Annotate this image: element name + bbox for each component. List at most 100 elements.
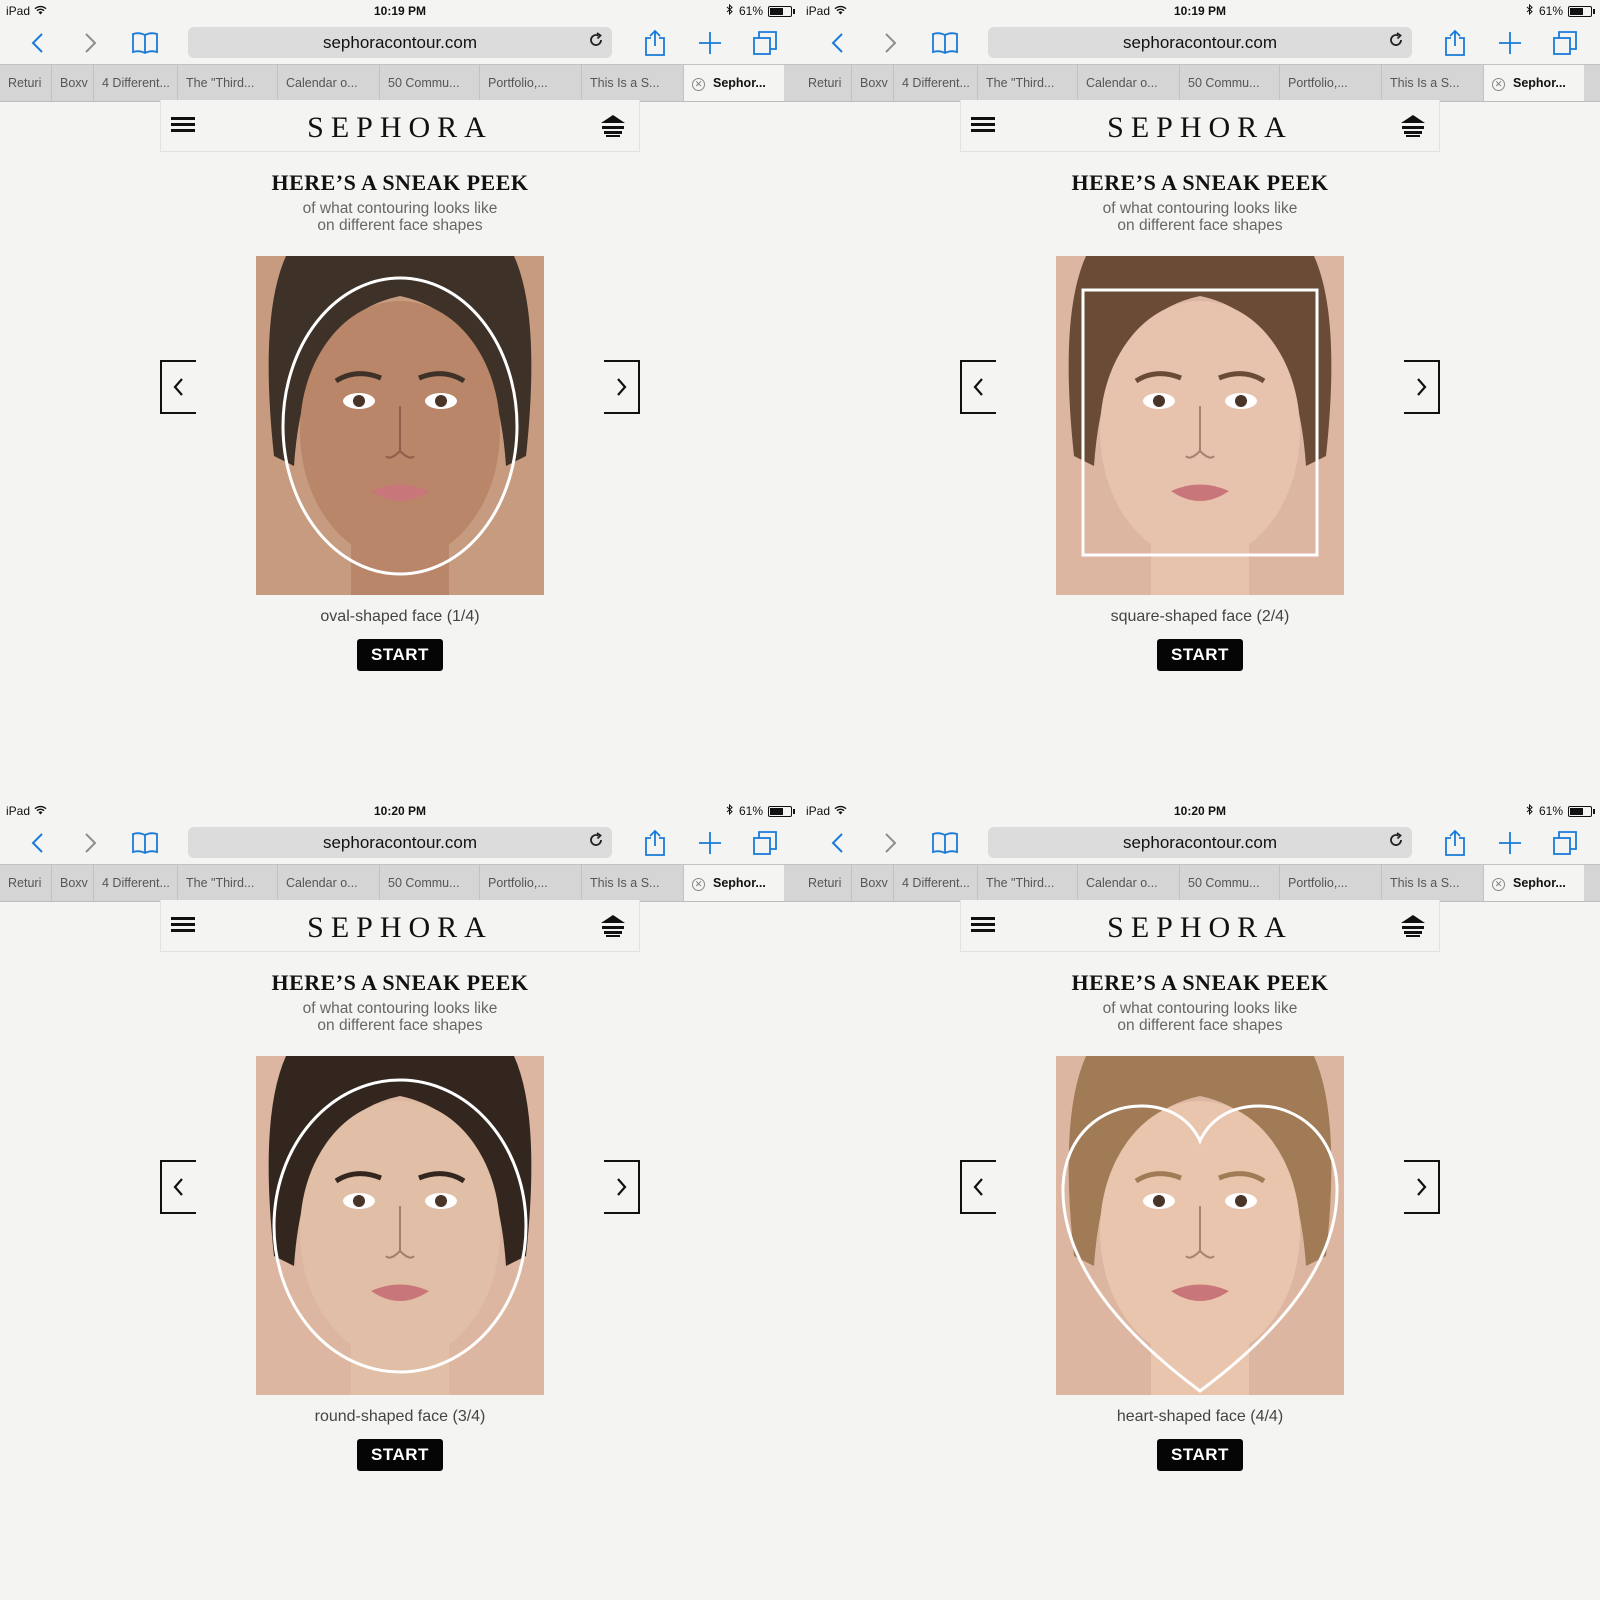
start-button[interactable]: START xyxy=(357,639,443,671)
browser-tab[interactable]: ✕ Sephor... xyxy=(684,65,784,101)
browser-tab[interactable]: ✕ Sephor... xyxy=(1484,65,1584,101)
new-tab-button[interactable] xyxy=(695,828,725,858)
browser-tab[interactable]: This Is a S... xyxy=(1382,65,1484,101)
next-arrow-button[interactable] xyxy=(1404,1160,1440,1214)
previous-arrow-button[interactable] xyxy=(160,360,196,414)
reload-icon[interactable] xyxy=(1388,27,1404,58)
bookmarks-button[interactable] xyxy=(130,28,160,58)
previous-arrow-button[interactable] xyxy=(960,360,996,414)
basket-icon[interactable] xyxy=(1399,914,1427,938)
browser-tab[interactable]: Returi xyxy=(0,865,52,901)
subheadline-line-2: on different face shapes xyxy=(317,1017,483,1034)
browser-tab[interactable]: Portfolio,... xyxy=(1280,65,1382,101)
bookmarks-button[interactable] xyxy=(930,828,960,858)
browser-tab[interactable]: Boxv xyxy=(852,65,894,101)
browser-tab[interactable]: 4 Different... xyxy=(894,65,978,101)
browser-tab[interactable]: Calendar o... xyxy=(1078,865,1180,901)
reload-icon[interactable] xyxy=(588,827,604,858)
browser-tab[interactable]: The "Third... xyxy=(178,865,278,901)
reload-icon[interactable] xyxy=(588,27,604,58)
basket-icon[interactable] xyxy=(1399,114,1427,138)
share-button[interactable] xyxy=(1440,828,1470,858)
browser-tab[interactable]: Boxv xyxy=(852,865,894,901)
tab-label: Boxv xyxy=(60,876,88,890)
share-button[interactable] xyxy=(640,28,670,58)
browser-tab[interactable]: Portfolio,... xyxy=(480,65,582,101)
browser-tab[interactable]: 4 Different... xyxy=(94,865,178,901)
browser-tab[interactable]: ✕ Sephor... xyxy=(684,865,784,901)
close-tab-icon[interactable]: ✕ xyxy=(692,878,705,891)
address-bar[interactable]: sephoracontour.com xyxy=(988,827,1412,858)
previous-arrow-button[interactable] xyxy=(160,1160,196,1214)
tab-label: The "Third... xyxy=(986,876,1055,890)
sephora-logo[interactable]: SEPHORA xyxy=(961,111,1439,145)
basket-icon[interactable] xyxy=(599,114,627,138)
browser-tab[interactable]: ✕ Sephor... xyxy=(1484,865,1584,901)
browser-tab[interactable]: This Is a S... xyxy=(582,865,684,901)
show-tabs-button[interactable] xyxy=(1550,828,1580,858)
reload-icon[interactable] xyxy=(1388,827,1404,858)
next-arrow-button[interactable] xyxy=(604,360,640,414)
browser-tab[interactable]: 50 Commu... xyxy=(380,65,480,101)
back-button[interactable] xyxy=(822,28,852,58)
browser-tab[interactable]: Calendar o... xyxy=(278,865,380,901)
browser-tab[interactable]: Returi xyxy=(0,65,52,101)
browser-tab[interactable]: 4 Different... xyxy=(894,865,978,901)
browser-tab[interactable]: The "Third... xyxy=(178,65,278,101)
browser-tab[interactable]: Boxv xyxy=(52,865,94,901)
sephora-logo[interactable]: SEPHORA xyxy=(961,911,1439,945)
share-button[interactable] xyxy=(1440,28,1470,58)
browser-tab[interactable]: This Is a S... xyxy=(582,65,684,101)
address-bar[interactable]: sephoracontour.com xyxy=(188,827,612,858)
browser-tab[interactable]: The "Third... xyxy=(978,65,1078,101)
address-bar[interactable]: sephoracontour.com xyxy=(188,27,612,58)
back-button[interactable] xyxy=(22,28,52,58)
new-tab-button[interactable] xyxy=(1495,828,1525,858)
next-arrow-button[interactable] xyxy=(1404,360,1440,414)
browser-tab[interactable]: 50 Commu... xyxy=(1180,865,1280,901)
browser-tab[interactable]: Boxv xyxy=(52,65,94,101)
forward-button[interactable] xyxy=(76,28,106,58)
browser-tab[interactable]: Returi xyxy=(800,65,852,101)
browser-tab[interactable]: This Is a S... xyxy=(1382,865,1484,901)
forward-button[interactable] xyxy=(76,828,106,858)
browser-tab[interactable]: Calendar o... xyxy=(1078,65,1180,101)
show-tabs-button[interactable] xyxy=(1550,28,1580,58)
share-button[interactable] xyxy=(640,828,670,858)
close-tab-icon[interactable]: ✕ xyxy=(1492,878,1505,891)
address-bar[interactable]: sephoracontour.com xyxy=(988,27,1412,58)
start-button[interactable]: START xyxy=(1157,1439,1243,1471)
show-tabs-button[interactable] xyxy=(750,28,780,58)
start-button[interactable]: START xyxy=(357,1439,443,1471)
close-tab-icon[interactable]: ✕ xyxy=(692,78,705,91)
headline: HERE’S A SNEAK PEEK xyxy=(1071,970,1329,995)
basket-icon[interactable] xyxy=(599,914,627,938)
sephora-logo[interactable]: SEPHORA xyxy=(161,111,639,145)
start-button[interactable]: START xyxy=(1157,639,1243,671)
browser-tab[interactable]: Portfolio,... xyxy=(480,865,582,901)
browser-tab[interactable]: 4 Different... xyxy=(94,65,178,101)
forward-button[interactable] xyxy=(876,28,906,58)
browser-tab[interactable]: Portfolio,... xyxy=(1280,865,1382,901)
status-bar: iPad 10:19 PM 61% xyxy=(800,0,1600,22)
show-tabs-button[interactable] xyxy=(750,828,780,858)
bookmarks-button[interactable] xyxy=(930,28,960,58)
new-tab-button[interactable] xyxy=(695,28,725,58)
browser-tab[interactable]: 50 Commu... xyxy=(380,865,480,901)
subheadline-line-1: of what contouring looks like xyxy=(1102,1000,1298,1017)
previous-arrow-button[interactable] xyxy=(960,1160,996,1214)
sephora-logo[interactable]: SEPHORA xyxy=(161,911,639,945)
browser-tab[interactable]: 50 Commu... xyxy=(1180,65,1280,101)
tab-label: 4 Different... xyxy=(102,76,170,90)
next-arrow-button[interactable] xyxy=(604,1160,640,1214)
back-button[interactable] xyxy=(822,828,852,858)
url-text: sephoracontour.com xyxy=(322,833,478,852)
browser-tab[interactable]: The "Third... xyxy=(978,865,1078,901)
forward-button[interactable] xyxy=(876,828,906,858)
browser-tab[interactable]: Returi xyxy=(800,865,852,901)
browser-tab[interactable]: Calendar o... xyxy=(278,65,380,101)
close-tab-icon[interactable]: ✕ xyxy=(1492,78,1505,91)
back-button[interactable] xyxy=(22,828,52,858)
new-tab-button[interactable] xyxy=(1495,28,1525,58)
bookmarks-button[interactable] xyxy=(130,828,160,858)
